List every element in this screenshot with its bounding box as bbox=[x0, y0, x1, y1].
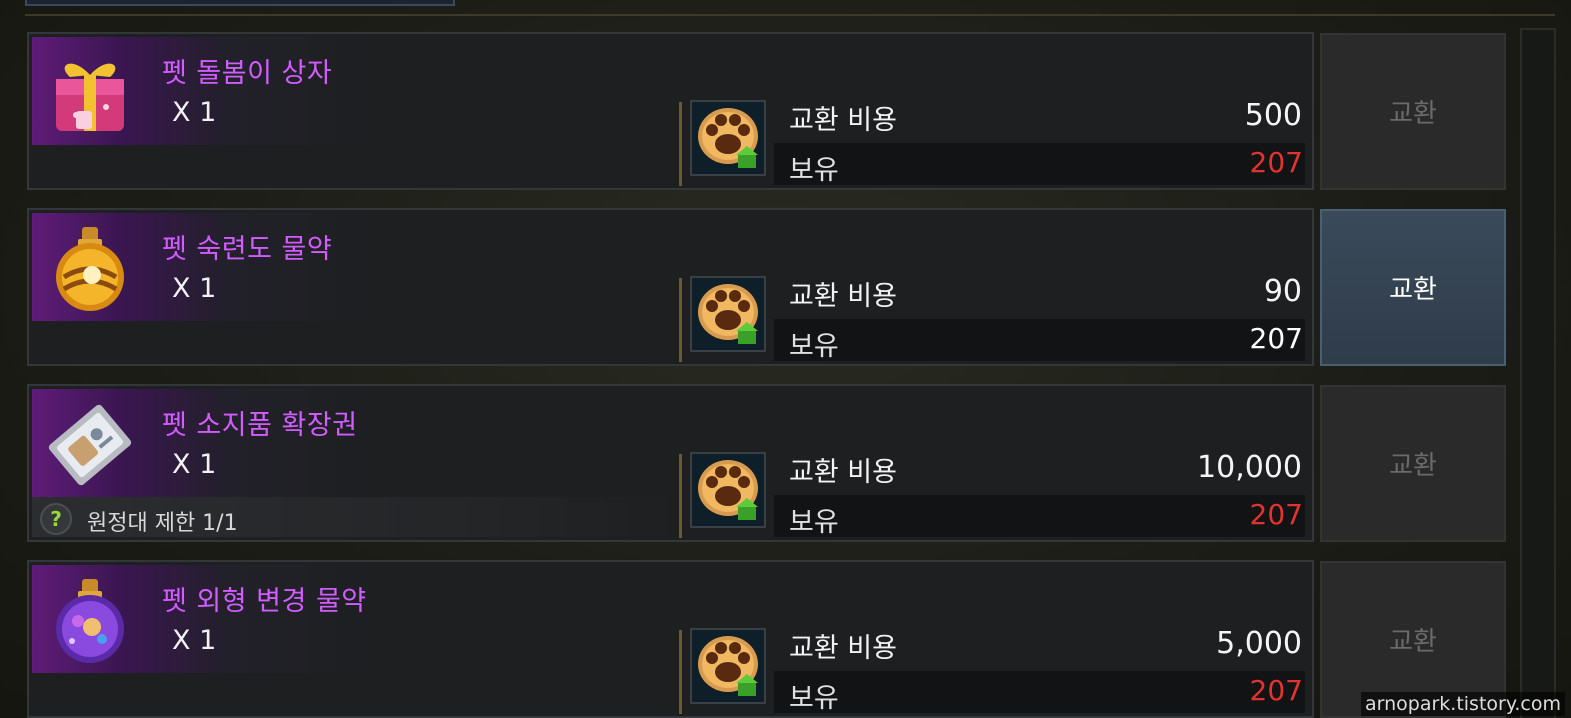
item-info: 펫 숙련도 물약 X 1 bbox=[32, 213, 682, 321]
owned-value: 207 bbox=[1249, 322, 1303, 355]
owned-label: 보유 bbox=[789, 683, 839, 714]
item-name: 펫 외형 변경 물약 bbox=[162, 586, 367, 617]
help-icon[interactable]: ? bbox=[40, 503, 72, 535]
owned-value: 207 bbox=[1249, 674, 1303, 707]
item-name: 펫 돌봄이 상자 bbox=[162, 58, 333, 89]
owned-value: 207 bbox=[1249, 146, 1303, 179]
exchange-button[interactable]: 교환 bbox=[1320, 385, 1506, 542]
item-info: 펫 외형 변경 물약 X 1 bbox=[32, 565, 682, 673]
exchange-row: 펫 숙련도 물약 X 1 교환 비용 90 보유 207 bbox=[27, 208, 1314, 366]
orange-potion-icon[interactable] bbox=[40, 219, 140, 319]
item-name: 펫 숙련도 물약 bbox=[162, 234, 333, 265]
paw-cookie-icon bbox=[690, 452, 766, 528]
divider bbox=[679, 102, 682, 186]
scrollbar[interactable] bbox=[1520, 28, 1556, 718]
top-tab-frame bbox=[25, 0, 455, 6]
exchange-cost-label: 교환 비용 bbox=[789, 633, 897, 664]
exchange-cost-label: 교환 비용 bbox=[789, 457, 897, 488]
divider bbox=[679, 630, 682, 714]
paw-cookie-icon bbox=[690, 276, 766, 352]
item-info: 펫 소지품 확장권 X 1 bbox=[32, 389, 682, 497]
item-quantity: X 1 bbox=[172, 625, 217, 656]
owned-band: 보유 207 bbox=[774, 319, 1305, 362]
top-divider bbox=[25, 14, 1555, 16]
exchange-row: 펫 외형 변경 물약 X 1 교환 비용 5,000 보유 207 bbox=[27, 560, 1314, 718]
item-quantity: X 1 bbox=[172, 273, 217, 304]
exchange-cost-value: 500 bbox=[1244, 98, 1302, 133]
owned-band: 보유 207 bbox=[774, 495, 1305, 538]
exchange-cost-value: 90 bbox=[1263, 274, 1302, 309]
exchange-cost-label: 교환 비용 bbox=[789, 105, 897, 136]
ticket-icon[interactable] bbox=[40, 395, 140, 495]
limit-band: ? 원정대 제한 1/1 bbox=[32, 497, 682, 537]
divider bbox=[679, 454, 682, 538]
owned-label: 보유 bbox=[789, 331, 839, 362]
exchange-button[interactable]: 교환 bbox=[1320, 33, 1506, 190]
exchange-cost-value: 10,000 bbox=[1197, 450, 1302, 485]
exchange-cost-value: 5,000 bbox=[1216, 626, 1302, 661]
exchange-cost-label: 교환 비용 bbox=[789, 281, 897, 312]
gift-box-icon[interactable] bbox=[40, 43, 140, 143]
exchange-button[interactable]: 교환 bbox=[1320, 209, 1506, 366]
owned-label: 보유 bbox=[789, 155, 839, 186]
owned-value: 207 bbox=[1249, 498, 1303, 531]
owned-band: 보유 207 bbox=[774, 671, 1305, 714]
roster-limit-text: 원정대 제한 1/1 bbox=[87, 511, 238, 536]
owned-label: 보유 bbox=[789, 507, 839, 538]
watermark: arnopark.tistory.com bbox=[1360, 692, 1565, 716]
purple-potion-icon[interactable] bbox=[40, 571, 140, 671]
exchange-row: 펫 돌봄이 상자 X 1 교환 비용 500 보유 207 bbox=[27, 32, 1314, 190]
item-quantity: X 1 bbox=[172, 449, 217, 480]
paw-cookie-icon bbox=[690, 100, 766, 176]
item-name: 펫 소지품 확장권 bbox=[162, 410, 358, 441]
exchange-row: 펫 소지품 확장권 X 1 ? 원정대 제한 1/1 교환 비용 10,000 … bbox=[27, 384, 1314, 542]
paw-cookie-icon bbox=[690, 628, 766, 704]
divider bbox=[679, 278, 682, 362]
item-quantity: X 1 bbox=[172, 97, 217, 128]
item-info: 펫 돌봄이 상자 X 1 bbox=[32, 37, 682, 145]
owned-band: 보유 207 bbox=[774, 143, 1305, 186]
